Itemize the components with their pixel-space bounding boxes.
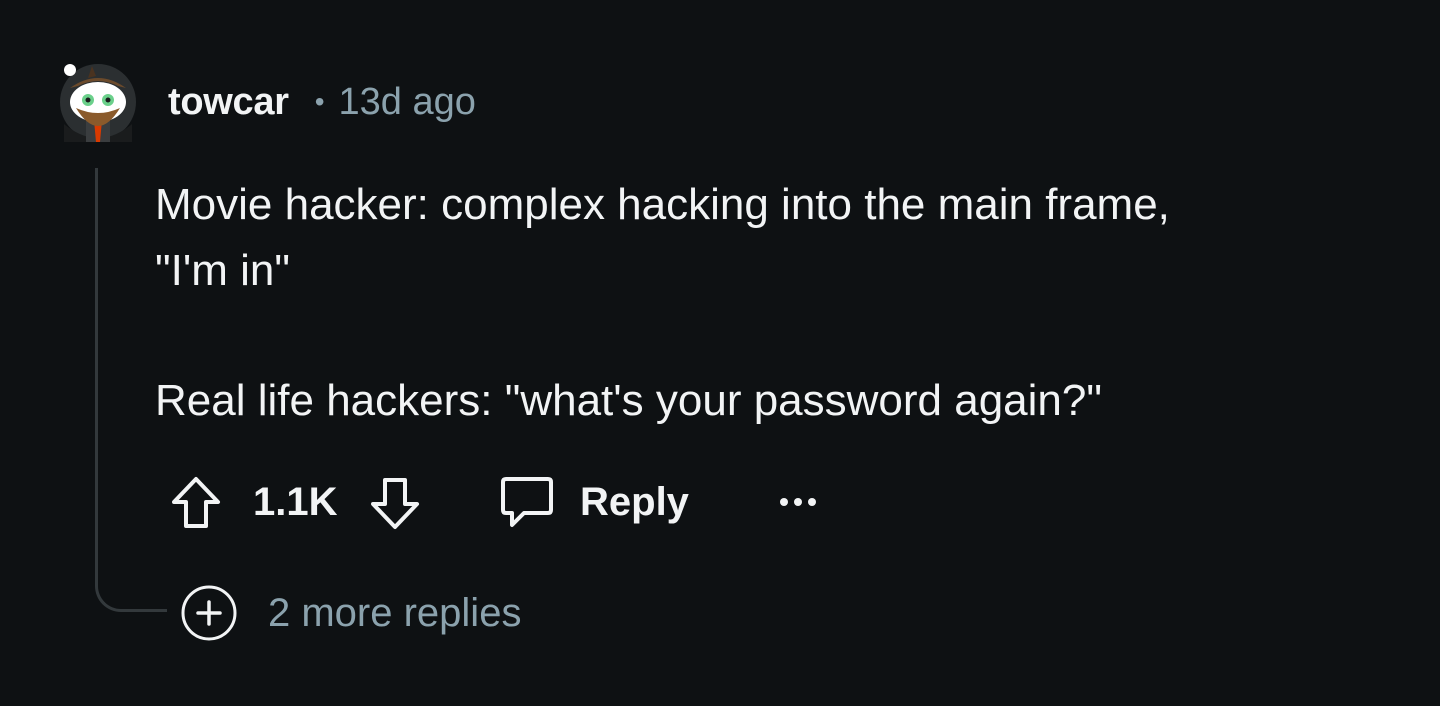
reply-button[interactable]: Reply (500, 474, 689, 530)
more-replies-label: 2 more replies (268, 590, 522, 635)
ellipsis-icon (780, 498, 816, 506)
arrow-down-icon (371, 478, 419, 529)
snoo-avatar-icon (60, 64, 136, 142)
comment-body: Movie hacker: complex hacking into the m… (155, 172, 1385, 434)
user-avatar[interactable] (58, 62, 138, 142)
speech-bubble-icon (501, 477, 553, 527)
more-replies-button[interactable]: 2 more replies (180, 584, 521, 642)
username-link[interactable]: towcar (168, 81, 289, 124)
reply-label: Reply (580, 480, 689, 524)
arrow-up-icon (172, 477, 220, 528)
plus-circle-icon (181, 585, 237, 641)
upvote-button[interactable] (168, 474, 224, 530)
more-options-button[interactable] (776, 482, 820, 522)
comment-action-bar: 1.1K Reply (0, 470, 1440, 534)
comment-header: towcar • 13d ago (168, 78, 476, 126)
comment-page: towcar • 13d ago Movie hacker: complex h… (0, 0, 1440, 706)
comment-paragraph: Real life hackers: "what's your password… (155, 376, 1102, 425)
meta-separator: • (314, 86, 325, 117)
comment-paragraph: Movie hacker: complex hacking into the m… (155, 180, 1170, 295)
vote-count: 1.1K (253, 480, 338, 524)
comment-timestamp: 13d ago (338, 80, 476, 123)
downvote-button[interactable] (367, 476, 423, 532)
